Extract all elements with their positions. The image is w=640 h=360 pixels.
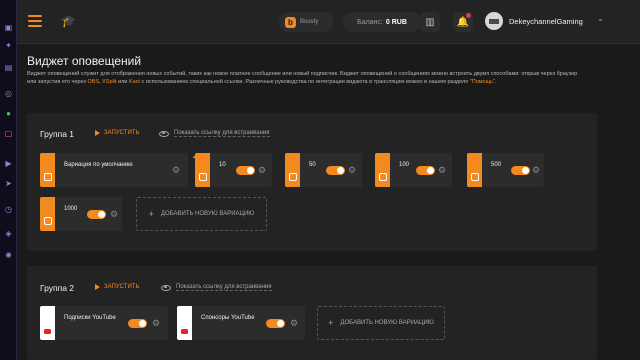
kast-link[interactable]: Kast <box>129 79 140 85</box>
variation-toggle[interactable] <box>416 166 435 175</box>
variation-card[interactable]: 1000 ⚙ <box>40 197 122 231</box>
notifications-button[interactable]: 🔔 <box>453 12 473 32</box>
show-embed-link[interactable]: Показать ссылку для встраивания <box>159 130 270 137</box>
youtube-icon <box>177 306 192 340</box>
show-link-label: Показать ссылку для встраивания <box>176 284 272 291</box>
variation-name: Вариация по умолчанию <box>64 162 133 168</box>
clock-icon[interactable]: ◷ <box>3 204 14 215</box>
run-label: ЗАПУСТИТЬ <box>104 130 140 136</box>
add-variation-button[interactable]: + ДОБАВИТЬ НОВУЮ ВАРИАЦИЮ <box>136 197 267 231</box>
variation-name: 500 <box>491 162 502 168</box>
trovo-icon[interactable]: ✦ <box>3 40 14 51</box>
alert-variation-icon <box>285 153 300 187</box>
description-separator: или <box>116 79 129 86</box>
send-icon[interactable]: ➤ <box>3 178 14 189</box>
variation-name: 10 <box>219 162 226 168</box>
alert-variation-icon <box>40 153 55 187</box>
variation-card[interactable]: 100 ⚙ <box>375 153 452 187</box>
variation-card[interactable]: Спонсоры YouTube ⚙ <box>177 306 305 340</box>
group-title: Группа 1 <box>40 129 75 139</box>
top-header: 🎓 b Boosty Баланс: 0 RUB ▥ 🔔 Dekeychanne… <box>17 0 640 44</box>
menu-icon[interactable] <box>28 15 42 27</box>
variation-toggle[interactable] <box>511 166 530 175</box>
eye-icon <box>159 130 169 137</box>
variation-toggle[interactable] <box>87 210 106 219</box>
wallet-icon: ▥ <box>425 16 435 28</box>
gear-icon[interactable]: ⚙ <box>290 318 298 329</box>
variation-card[interactable]: Вариация по умолчанию ⚙ <box>40 153 188 187</box>
messenger-icon[interactable]: ◎ <box>3 88 14 99</box>
plus-icon: + <box>328 318 334 328</box>
graduation-cap-icon[interactable]: 🎓 <box>61 14 76 28</box>
variation-card[interactable]: 500 ⚙ <box>467 153 544 187</box>
variation-card[interactable]: Подписки YouTube ⚙ <box>40 306 168 340</box>
help-link[interactable]: "Помощь" <box>470 79 495 85</box>
variation-card[interactable]: 10 ⚙ <box>195 153 272 187</box>
gear-icon[interactable]: ⚙ <box>110 209 118 220</box>
play-icon <box>95 130 100 136</box>
run-button[interactable]: ЗАПУСТИТЬ <box>95 130 139 136</box>
run-button[interactable]: ЗАПУСТИТЬ <box>95 284 139 290</box>
twitch-glitch-icon[interactable]: ▤ <box>3 62 14 73</box>
variation-card[interactable]: 50 ⚙ <box>285 153 362 187</box>
variation-name: Подписки YouTube <box>64 315 116 321</box>
variation-name: 50 <box>309 162 316 168</box>
variation-name: Спонсоры YouTube <box>201 315 255 321</box>
notification-dot <box>466 13 471 18</box>
alert-variation-icon <box>467 153 482 187</box>
chevron-down-icon[interactable]: ⌄ <box>597 14 604 23</box>
boosty-label: Boosty <box>300 19 319 25</box>
boosty-logo-icon: b <box>285 16 296 28</box>
xsplit-link[interactable]: XSplit <box>102 79 116 85</box>
add-variation-label: ДОБАВИТЬ НОВУЮ ВАРИАЦИЮ <box>160 211 255 217</box>
balance-badge[interactable]: Баланс: 0 RUB <box>343 12 421 32</box>
eye-icon <box>161 284 171 291</box>
boosty-button[interactable]: b Boosty <box>279 12 333 32</box>
whatsapp-icon[interactable]: ● <box>3 108 14 119</box>
variation-toggle[interactable] <box>326 166 345 175</box>
play-icon <box>95 284 100 290</box>
twitch-icon[interactable]: ▣ <box>3 22 14 33</box>
add-variation-label: ДОБАВИТЬ НОВУЮ ВАРИАЦИЮ <box>340 320 434 326</box>
run-label: ЗАПУСТИТЬ <box>104 284 140 290</box>
variation-toggle[interactable] <box>236 166 255 175</box>
left-rail: ▣ ✦ ▤ ◎ ● ▢ ▶ ➤ ◷ ◈ ✺ <box>0 0 17 360</box>
app-frame: ▣ ✦ ▤ ◎ ● ▢ ▶ ➤ ◷ ◈ ✺ 🎓 b Boosty Баланс:… <box>0 0 640 360</box>
gear-icon[interactable]: ⚙ <box>438 165 446 176</box>
plus-icon: + <box>148 209 154 219</box>
youtube-icon <box>40 306 55 340</box>
alert-variation-icon <box>375 153 390 187</box>
gear-icon[interactable]: ⚙ <box>532 165 540 176</box>
show-link-label: Показать ссылку для встраивания <box>174 130 270 137</box>
description-end: . <box>494 79 497 86</box>
group-title: Группа 2 <box>40 283 75 293</box>
obs-link[interactable]: OBS <box>87 79 99 85</box>
group-panel-1: Группа 1 ЗАПУСТИТЬ Показать ссылку для в… <box>27 113 597 251</box>
settings-icon[interactable]: ✺ <box>3 250 14 261</box>
page-title: Виджет оповещений <box>27 54 142 68</box>
variation-toggle[interactable] <box>266 319 285 328</box>
gear-icon[interactable]: ⚙ <box>152 318 160 329</box>
variation-toggle[interactable] <box>128 319 147 328</box>
alert-variation-icon <box>40 197 55 231</box>
username[interactable]: DekeychannelGaming <box>509 17 583 26</box>
balance-label: Баланс: <box>357 18 383 26</box>
group-panel-2: Группа 2 ЗАПУСТИТЬ Показать ссылку для в… <box>27 266 597 360</box>
gear-icon[interactable]: ⚙ <box>258 165 266 176</box>
instagram-icon[interactable]: ▢ <box>3 128 14 139</box>
page-description: Виджет оповещений служит для отображения… <box>27 70 587 87</box>
play-icon[interactable]: ▶ <box>3 158 14 169</box>
show-embed-link[interactable]: Показать ссылку для встраивания <box>161 284 272 291</box>
variation-name: 100 <box>399 162 410 168</box>
gear-icon[interactable]: ⚙ <box>348 165 356 176</box>
balance-value: 0 RUB <box>385 18 407 26</box>
box-icon[interactable]: ◈ <box>3 228 14 239</box>
add-variation-button[interactable]: + ДОБАВИТЬ НОВУЮ ВАРИАЦИЮ <box>317 306 445 340</box>
description-text: с использованием специальной ссылки. Раз… <box>139 79 470 86</box>
bell-icon: 🔔 <box>456 16 470 28</box>
avatar[interactable] <box>485 12 503 30</box>
gear-icon[interactable]: ⚙ <box>172 165 180 176</box>
wallet-button[interactable]: ▥ <box>420 12 440 32</box>
variation-name: 1000 <box>64 206 78 212</box>
